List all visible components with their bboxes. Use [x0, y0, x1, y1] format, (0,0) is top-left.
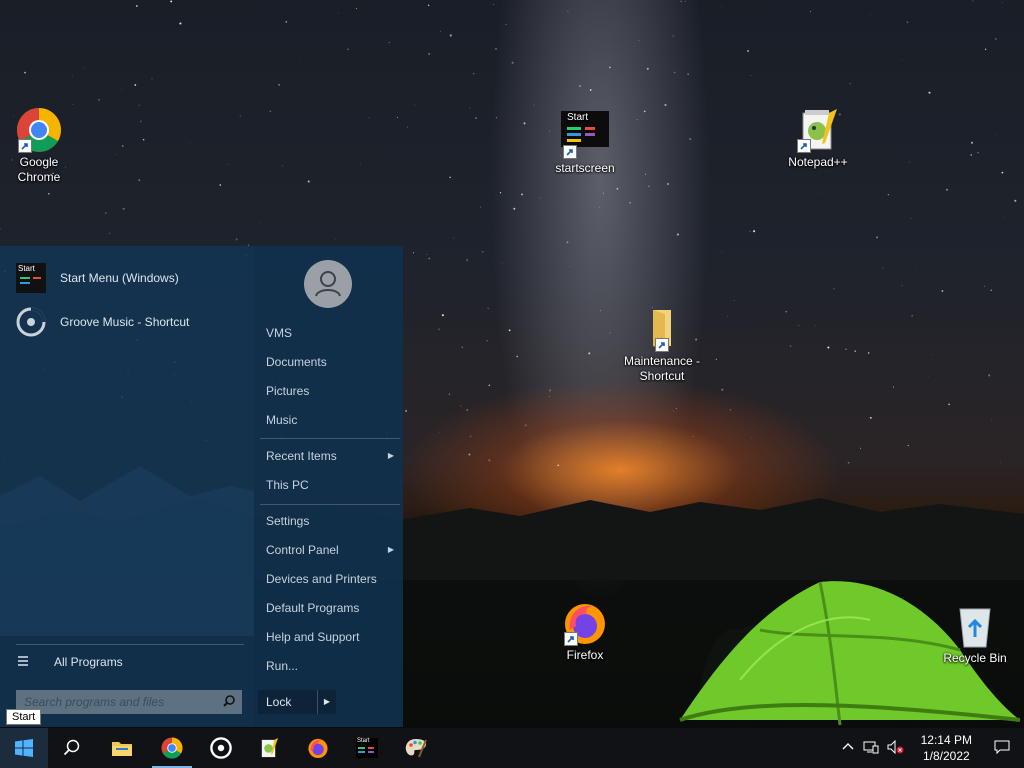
startscreen-icon: Start: [356, 738, 378, 758]
desktop-icon-maintenance-shortcut[interactable]: Maintenance - Shortcut: [622, 306, 702, 384]
network-icon[interactable]: [859, 740, 883, 757]
taskbar: Start 12:14 PM 1/8/2022: [0, 728, 1024, 768]
search-icon[interactable]: [222, 694, 242, 711]
recycle-bin-icon: [952, 603, 998, 649]
list-icon: [16, 654, 36, 671]
desktop-icon-google-chrome[interactable]: Google Chrome: [0, 107, 79, 185]
notepadpp-icon: [261, 737, 279, 758]
menu-item-documents[interactable]: Documents: [266, 351, 398, 373]
menu-separator: [260, 438, 400, 439]
volume-muted-icon[interactable]: [883, 739, 909, 757]
desktop-icon-notepadpp[interactable]: Notepad++: [778, 107, 858, 170]
show-hidden-icons-chevron-icon[interactable]: [837, 740, 859, 757]
startscreen-badge-text: Start: [567, 112, 589, 123]
menu-item-help-and-support[interactable]: Help and Support: [266, 626, 398, 648]
paint-palette-icon: [405, 739, 427, 758]
desktop-icon-label: Google Chrome: [17, 155, 61, 184]
start-menu-app-icon: Start: [16, 263, 46, 293]
menu-separator: [260, 504, 400, 505]
chrome-icon: [161, 737, 183, 759]
user-avatar[interactable]: [304, 260, 352, 308]
menu-item-vms[interactable]: VMS: [266, 322, 398, 344]
menu-item-default-programs[interactable]: Default Programs: [266, 597, 398, 619]
desktop-icon-label: Firefox: [566, 648, 604, 662]
submenu-arrow-icon: ▶: [387, 545, 394, 554]
folder-icon: [639, 306, 685, 352]
notepadpp-icon: [795, 107, 841, 153]
all-programs-label: All Programs: [54, 655, 123, 669]
pinned-program-start-menu[interactable]: Start Start Menu (Windows): [16, 261, 179, 295]
menu-item-this-pc[interactable]: This PC: [266, 474, 398, 496]
desktop-icon-firefox[interactable]: Firefox: [545, 600, 625, 663]
windows-logo-icon: [15, 739, 33, 757]
shortcut-arrow-icon: [564, 632, 578, 646]
taskbar-app-startscreen[interactable]: Start: [343, 728, 391, 768]
desktop-icon-label: Recycle Bin: [943, 651, 1007, 665]
desktop-icon-label: Notepad++: [788, 155, 848, 169]
shortcut-arrow-icon: [655, 338, 669, 352]
shortcut-arrow-icon: [797, 139, 811, 153]
taskbar-app-file-explorer[interactable]: [98, 728, 146, 768]
groove-music-icon: [210, 737, 232, 759]
menu-item-run[interactable]: Run...: [266, 655, 398, 677]
power-options-arrow-button[interactable]: ▶: [317, 690, 336, 714]
search-placeholder: Search programs and files: [24, 695, 165, 709]
submenu-arrow-icon: ▶: [387, 451, 394, 460]
desktop-icon-label: Maintenance - Shortcut: [623, 354, 701, 383]
pinned-program-groove-music[interactable]: Groove Music - Shortcut: [16, 305, 189, 339]
groove-music-icon: [16, 307, 46, 337]
menu-item-devices-and-printers[interactable]: Devices and Printers: [266, 568, 398, 590]
system-tray: 12:14 PM 1/8/2022: [837, 728, 1024, 768]
start-menu-places-pane: VMS Documents Pictures Music Recent Item…: [254, 246, 403, 727]
lock-button[interactable]: Lock ▶: [258, 690, 336, 714]
menu-item-control-panel[interactable]: Control Panel ▶: [266, 539, 398, 561]
firefox-icon: [308, 738, 328, 759]
shortcut-arrow-icon: [563, 145, 577, 159]
search-icon: [63, 739, 80, 756]
desktop-icon-startscreen[interactable]: Start startscreen: [545, 111, 625, 176]
taskbar-app-paint[interactable]: [392, 728, 440, 768]
taskbar-clock[interactable]: 12:14 PM 1/8/2022: [909, 732, 984, 764]
taskbar-app-firefox[interactable]: [294, 728, 342, 768]
action-center-notification-icon[interactable]: [984, 739, 1024, 758]
desktop-icon-label: startscreen: [555, 161, 615, 175]
pinned-program-label: Start Menu (Windows): [60, 271, 179, 285]
clock-date: 1/8/2022: [922, 749, 970, 763]
taskbar-app-chrome[interactable]: [148, 728, 196, 768]
firefox-icon: [562, 600, 608, 646]
start-button[interactable]: [0, 728, 48, 768]
startscreen-icon: Start: [561, 111, 609, 159]
search-programs-input[interactable]: Search programs and files: [16, 690, 242, 714]
folder-icon: [112, 742, 132, 756]
menu-item-pictures[interactable]: Pictures: [266, 380, 398, 402]
start-menu: Start Start Menu (Windows) Groove Music …: [0, 246, 403, 727]
taskbar-app-notepadpp[interactable]: [245, 728, 293, 768]
desktop-icon-recycle-bin[interactable]: Recycle Bin: [935, 603, 1015, 666]
taskbar-search-button[interactable]: [48, 728, 96, 768]
chrome-icon: [16, 107, 62, 153]
start-menu-mountain-backdrop: [0, 466, 254, 636]
start-tooltip: Start: [6, 709, 42, 725]
menu-item-settings[interactable]: Settings: [266, 510, 398, 532]
shortcut-arrow-icon: [18, 139, 32, 153]
menu-item-music[interactable]: Music: [266, 409, 398, 431]
pinned-program-label: Groove Music - Shortcut: [60, 315, 190, 329]
start-menu-programs-pane: Start Start Menu (Windows) Groove Music …: [0, 246, 254, 727]
menu-item-recent-items[interactable]: Recent Items ▶: [266, 445, 398, 467]
clock-time: 12:14 PM: [920, 733, 972, 747]
taskbar-app-groove[interactable]: [197, 728, 245, 768]
all-programs-button[interactable]: All Programs: [16, 644, 244, 679]
